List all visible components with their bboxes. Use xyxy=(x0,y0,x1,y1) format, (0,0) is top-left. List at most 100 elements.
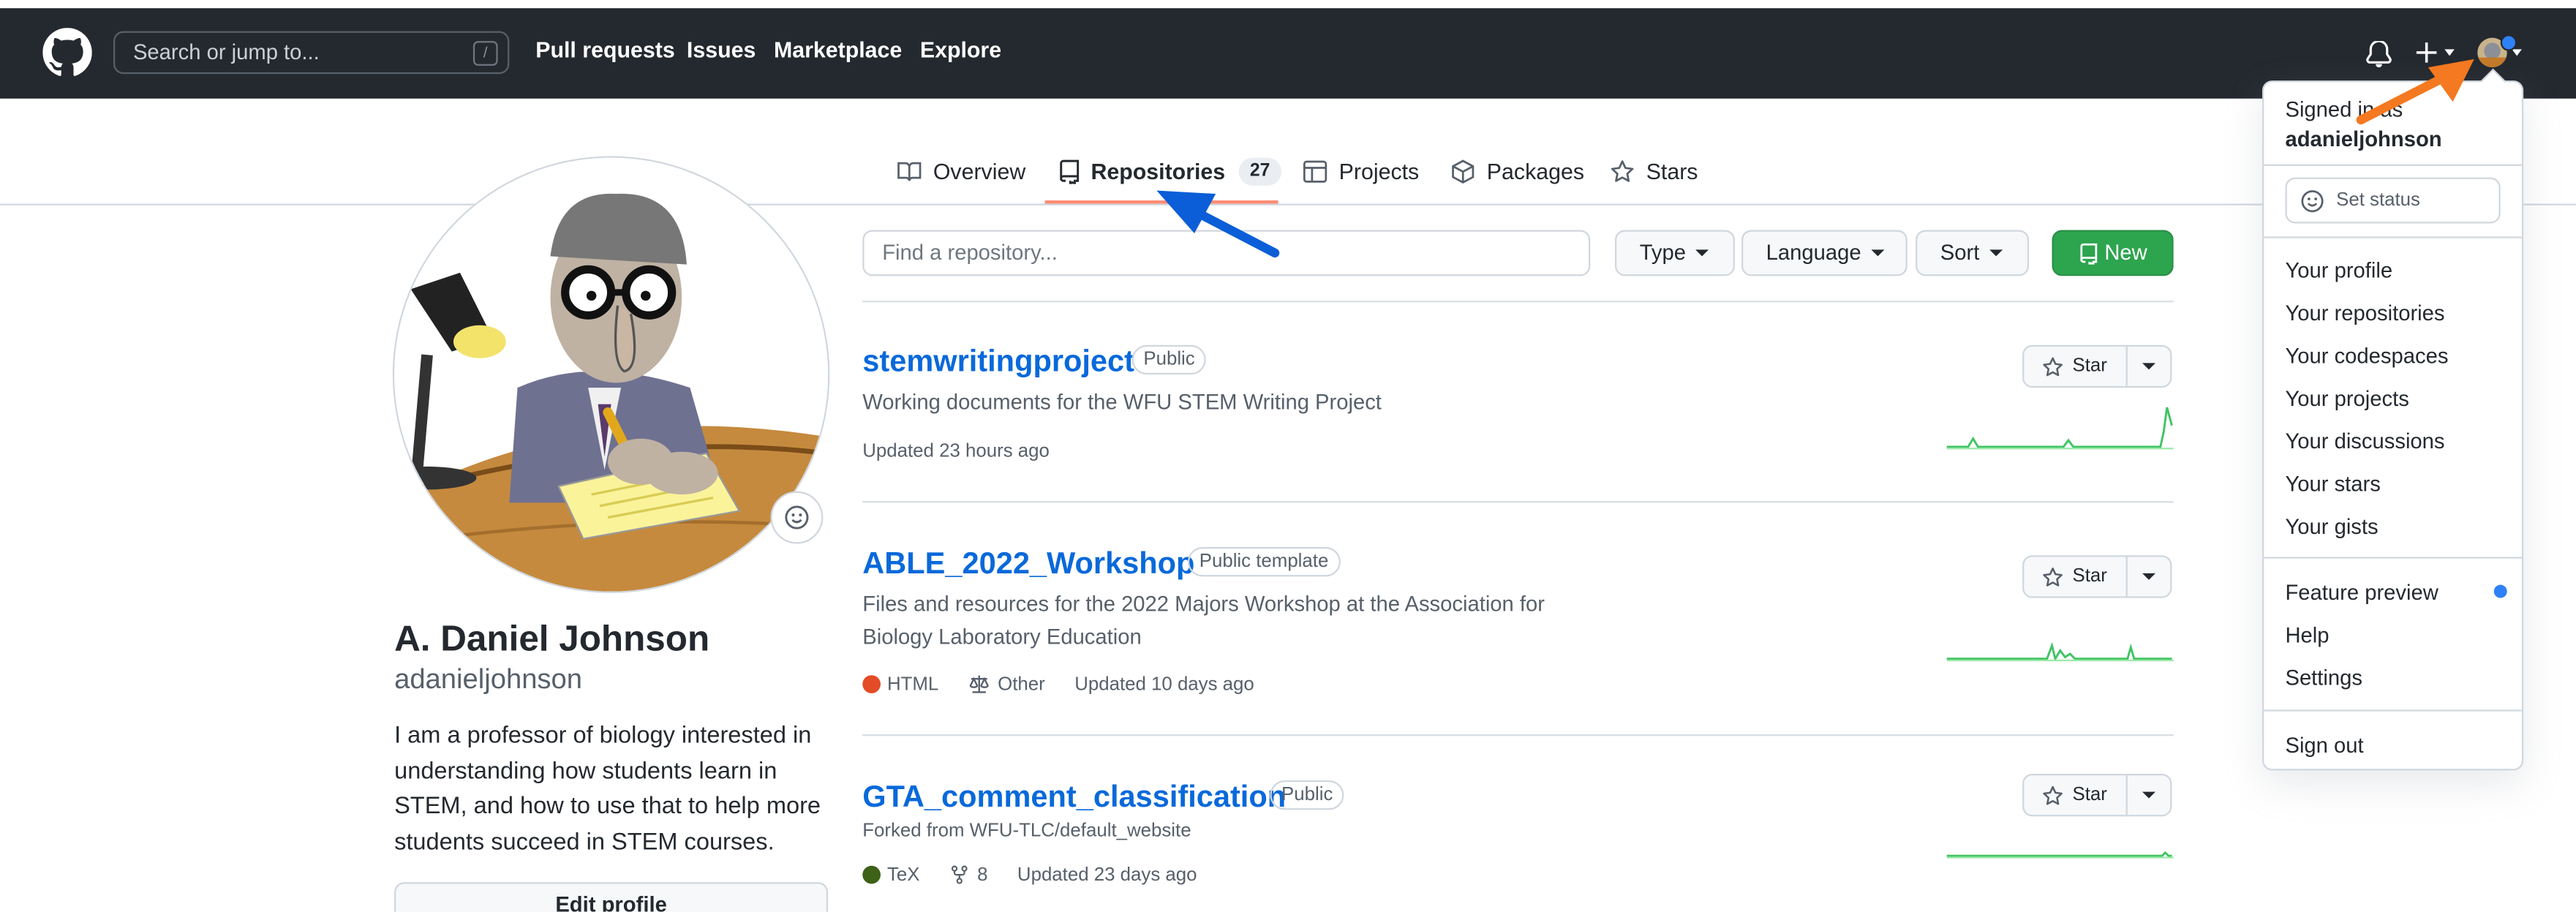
menu-your-gists[interactable]: Your gists xyxy=(2285,514,2378,539)
create-new-menu[interactable] xyxy=(2415,41,2455,64)
language-color-dot xyxy=(862,675,881,693)
caret-down-icon xyxy=(2142,363,2156,370)
forked-from: Forked from WFU-TLC/default_website xyxy=(862,821,1191,841)
star-icon xyxy=(2044,785,2063,804)
set-status-emoji-button[interactable] xyxy=(770,491,824,544)
menu-your-repositories[interactable]: Your repositories xyxy=(2285,301,2444,325)
package-icon xyxy=(1452,159,1475,183)
profile-bio: I am a professor of biology interested i… xyxy=(394,723,821,856)
annotation-arrows xyxy=(1156,59,2474,258)
repo-list-divider xyxy=(862,501,2174,503)
repo-name-link[interactable]: GTA_comment_classification xyxy=(862,779,1286,815)
new-repository-button[interactable]: New xyxy=(2052,230,2174,276)
fork-count[interactable]: 8 xyxy=(977,865,987,885)
law-icon xyxy=(970,675,990,693)
tab-stars[interactable]: Stars xyxy=(1610,151,1698,191)
repo-name-link[interactable]: ABLE_2022_Workshop xyxy=(862,546,1194,581)
tab-repositories[interactable]: Repositories 27 xyxy=(1058,151,1282,191)
star-button-group: Star xyxy=(2022,344,2172,388)
tab-projects[interactable]: Projects xyxy=(1303,151,1419,191)
nav-marketplace[interactable]: Marketplace xyxy=(774,38,902,63)
star-button[interactable]: Star xyxy=(2024,346,2128,386)
repo-description: Files and resources for the 2022 Majors … xyxy=(862,591,1545,649)
repo-count-badge: 27 xyxy=(1238,157,1282,185)
menu-your-projects[interactable]: Your projects xyxy=(2285,386,2409,411)
tab-overview[interactable]: Overview xyxy=(897,151,1025,191)
repo-updated: Updated 23 hours ago xyxy=(862,442,1050,461)
bell-icon[interactable] xyxy=(2366,41,2392,68)
star-icon xyxy=(1611,159,1634,181)
notification-dot xyxy=(2500,34,2517,51)
fork-icon xyxy=(951,865,968,884)
smiley-icon xyxy=(785,505,809,530)
star-label: Star xyxy=(2072,785,2107,805)
star-lists-dropdown[interactable] xyxy=(2128,775,2170,815)
visibility-badge: Public xyxy=(1270,780,1345,810)
updated-text: Updated 23 days ago xyxy=(1017,864,1197,885)
menu-divider xyxy=(2264,709,2522,712)
caret-down-icon xyxy=(1695,249,1709,257)
feature-preview-dot xyxy=(2493,584,2507,598)
repo-description: Working documents for the WFU STEM Writi… xyxy=(862,389,1382,415)
table-icon xyxy=(1303,159,1327,182)
menu-help[interactable]: Help xyxy=(2285,622,2329,647)
github-logo-icon[interactable] xyxy=(42,28,92,77)
repo-license[interactable]: Other xyxy=(998,674,1045,694)
menu-your-profile[interactable]: Your profile xyxy=(2285,258,2392,283)
caret-down-icon xyxy=(2142,573,2156,580)
updated-text: Updated 10 days ago xyxy=(1074,674,1254,695)
menu-your-codespaces[interactable]: Your codespaces xyxy=(2285,343,2448,368)
repo-name-link[interactable]: stemwritingproject xyxy=(862,343,1134,379)
tab-packages[interactable]: Packages xyxy=(1450,151,1584,191)
set-status-button[interactable]: Set status xyxy=(2285,177,2501,224)
tabs-divider xyxy=(0,203,2576,206)
nav-explore[interactable]: Explore xyxy=(920,38,1001,63)
language-color-dot xyxy=(862,865,881,884)
star-lists-dropdown[interactable] xyxy=(2128,347,2170,386)
star-button[interactable]: Star xyxy=(2024,557,2128,597)
menu-your-discussions[interactable]: Your discussions xyxy=(2285,429,2444,453)
star-button-group: Star xyxy=(2022,555,2172,598)
user-avatar-button[interactable] xyxy=(2477,34,2522,68)
repo-icon xyxy=(1060,159,1080,184)
signed-in-username: adanieljohnson xyxy=(2285,126,2442,151)
nav-pull-requests[interactable]: Pull requests xyxy=(535,38,674,63)
tab-label: Overview xyxy=(933,158,1026,184)
tab-label: Projects xyxy=(1338,158,1420,184)
menu-your-stars[interactable]: Your stars xyxy=(2285,472,2380,497)
sort-label: Sort xyxy=(1940,239,1980,265)
menu-feature-preview[interactable]: Feature preview xyxy=(2285,580,2438,605)
updated-text: Updated 23 hours ago xyxy=(862,442,1050,462)
repo-language: HTML xyxy=(886,674,939,695)
star-button[interactable]: Star xyxy=(2024,775,2128,815)
search-placeholder: Search or jump to... xyxy=(132,39,320,64)
caret-down-icon xyxy=(2142,791,2156,799)
caret-down-icon xyxy=(1989,249,2003,257)
activity-sparkline xyxy=(1946,851,2174,859)
tab-label: Stars xyxy=(1646,158,1698,184)
language-filter-button[interactable]: Language xyxy=(1741,230,1907,276)
star-lists-dropdown[interactable] xyxy=(2128,557,2170,596)
edit-profile-button[interactable]: Edit profile xyxy=(394,882,829,912)
nav-issues[interactable]: Issues xyxy=(687,38,756,63)
menu-settings[interactable]: Settings xyxy=(2285,666,2362,690)
star-label: Star xyxy=(2072,356,2107,377)
caret-down-icon xyxy=(2444,49,2455,56)
repo-list-divider xyxy=(862,734,2174,736)
repo-meta-row: TeX 8 Updated 23 days ago xyxy=(862,864,1197,886)
type-filter-button[interactable]: Type xyxy=(1615,230,1735,276)
search-input[interactable]: Search or jump to... / xyxy=(113,31,510,75)
star-icon xyxy=(2044,356,2063,376)
caret-down-icon xyxy=(2512,49,2522,56)
sort-button[interactable]: Sort xyxy=(1916,230,2030,276)
forked-from-text[interactable]: Forked from WFU-TLC/default_website xyxy=(862,821,1191,841)
book-icon xyxy=(897,161,922,181)
slash-shortcut-key: / xyxy=(472,41,498,66)
signed-in-as-label: Signed in as xyxy=(2285,97,2403,122)
language-filter-label: Language xyxy=(1766,239,1861,265)
repo-language: TeX xyxy=(886,864,920,885)
menu-sign-out[interactable]: Sign out xyxy=(2285,733,2363,758)
profile-avatar[interactable] xyxy=(394,157,829,592)
find-repository-input[interactable]: Find a repository... xyxy=(862,230,1591,276)
repo-list-divider xyxy=(862,301,2174,303)
